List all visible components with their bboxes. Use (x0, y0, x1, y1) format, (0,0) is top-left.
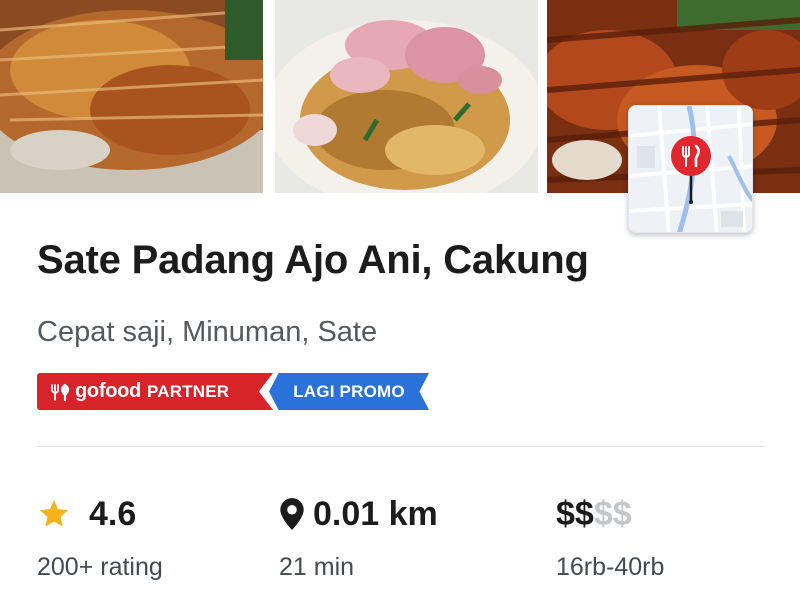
rating-value: 4.6 (89, 494, 137, 533)
food-photo-dish-2[interactable] (275, 0, 538, 193)
location-pin-icon (280, 498, 304, 530)
food-photo-sate-1[interactable] (0, 0, 263, 193)
distance-value: 0.01 km (313, 494, 438, 533)
price-stat[interactable]: $$ $$ 16rb-40rb (556, 493, 664, 582)
rating-stat[interactable]: 4.6 200+ rating (37, 493, 163, 582)
partner-label: PARTNER (146, 381, 230, 401)
price-level-inactive: $$ (593, 494, 632, 533)
restaurant-name: Sate Padang Ajo Ani, Cakung (37, 238, 589, 282)
price-level-active: $$ (556, 494, 594, 533)
price-range: 16rb-40rb (556, 553, 665, 581)
restaurant-pin-icon (671, 136, 711, 204)
distance-stat[interactable]: 0.01 km 21 min (279, 493, 438, 582)
restaurant-categories: Cepat saji, Minuman, Sate (37, 316, 378, 348)
gofood-cutlery-icon (51, 383, 70, 401)
rating-count: 200+ rating (37, 553, 163, 581)
section-divider (37, 446, 765, 447)
star-icon (39, 499, 69, 527)
delivery-time: 21 min (279, 553, 355, 581)
location-map-thumbnail[interactable] (628, 105, 753, 233)
gofood-brand-label: gofood (75, 380, 141, 402)
lagi-promo-badge[interactable]: LAGI PROMO (269, 373, 429, 410)
gofood-partner-badge: gofood PARTNER (37, 373, 273, 410)
